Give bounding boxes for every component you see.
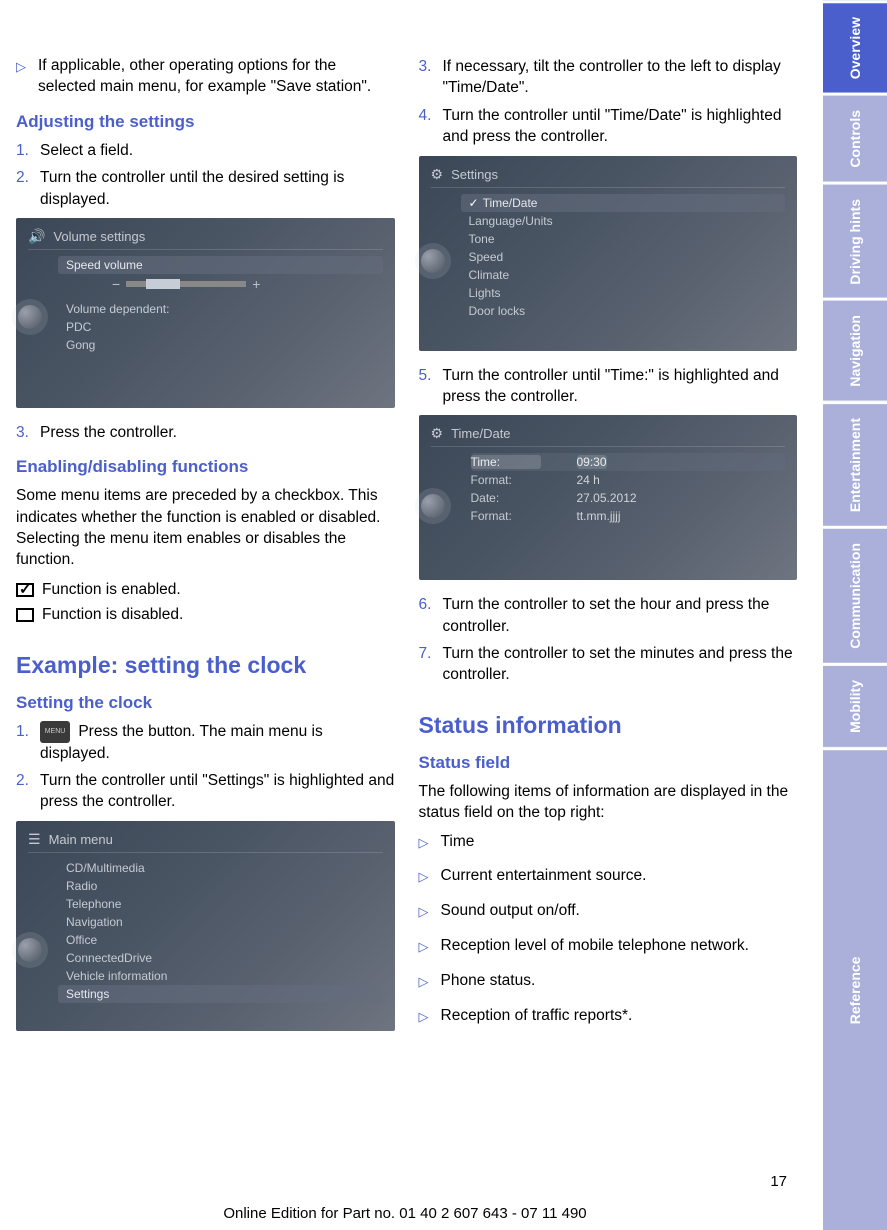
section-tab[interactable]: Navigation [823, 298, 887, 401]
clock-step-3: 3.If necessary, tilt the controller to t… [419, 56, 798, 99]
triangle-bullet-icon: ▷ [419, 938, 429, 957]
checkbox-checked-icon [16, 583, 34, 597]
checkbox-enabled-row: Function is enabled. [16, 579, 395, 600]
enable-paragraph: Some menu items are preceded by a checkb… [16, 485, 395, 571]
section-tabs: OverviewControlsDriving hintsNavigationE… [823, 0, 887, 1230]
gear-icon: ⚙ [431, 425, 444, 442]
triangle-bullet-icon: ▷ [419, 868, 429, 887]
gear-icon: ⚙ [431, 166, 444, 183]
triangle-bullet-icon: ▷ [419, 1008, 429, 1027]
menu-icon: ☰ [28, 831, 41, 848]
heading-example: Example: setting the clock [16, 652, 395, 679]
speaker-icon: 🔊 [28, 228, 45, 245]
heading-status-field: Status field [419, 753, 798, 773]
menu-button-icon: MENU [40, 721, 70, 743]
clock-step-5: 5.Turn the controller until "Time:" is h… [419, 365, 798, 408]
bullet-item: ▷ If applicable, other operating options… [16, 56, 395, 98]
heading-adjusting: Adjusting the settings [16, 112, 395, 132]
bullet-item: ▷Current entertainment source. [419, 866, 798, 887]
screenshot-volume-settings: 🔊Volume settings Speed volume −+ Volume … [16, 218, 395, 408]
checkbox-unchecked-icon [16, 608, 34, 622]
step-1: 1.Select a field. [16, 140, 395, 161]
section-tab[interactable]: Controls [823, 93, 887, 182]
triangle-bullet-icon: ▷ [419, 834, 429, 853]
triangle-bullet-icon: ▷ [419, 903, 429, 922]
footer-text: Online Edition for Part no. 01 40 2 607 … [0, 1205, 810, 1222]
clock-step-4: 4.Turn the controller until "Time/Date" … [419, 105, 798, 148]
triangle-bullet-icon: ▷ [419, 973, 429, 992]
bullet-item: ▷Reception level of mobile telephone net… [419, 936, 798, 957]
triangle-bullet-icon: ▷ [16, 58, 26, 98]
section-tab[interactable]: Overview [823, 0, 887, 93]
section-tab[interactable]: Entertainment [823, 401, 887, 526]
intro-text: If applicable, other operating options f… [38, 56, 395, 98]
controller-knob-icon [421, 494, 445, 518]
section-tab[interactable]: Mobility [823, 663, 887, 747]
bullet-item: ▷Phone status. [419, 971, 798, 992]
screenshot-settings: ⚙Settings ✓Time/DateLanguage/UnitsToneSp… [419, 156, 798, 351]
screenshot-main-menu: ☰Main menu CD/MultimediaRadioTelephoneNa… [16, 821, 395, 1031]
section-tab[interactable]: Communication [823, 526, 887, 663]
bullet-item: ▷Reception of traffic reports*. [419, 1006, 798, 1027]
heading-status-info: Status information [419, 712, 798, 739]
menu-row-selected: Speed volume [58, 256, 383, 274]
step-2: 2.Turn the controller until the desired … [16, 167, 395, 210]
heading-enabling: Enabling/disabling functions [16, 457, 395, 477]
section-tab[interactable]: Reference [823, 747, 887, 1230]
section-tab[interactable]: Driving hints [823, 182, 887, 299]
status-paragraph: The following items of information are d… [419, 781, 798, 824]
clock-step-6: 6.Turn the controller to set the hour an… [419, 594, 798, 637]
checkbox-disabled-row: Function is disabled. [16, 604, 395, 625]
clock-step-1: 1. MENU Press the button. The main menu … [16, 721, 395, 764]
screenshot-time-date: ⚙Time/Date Time:09:30Format:24 hDate:27.… [419, 415, 798, 580]
bullet-item: ▷Time [419, 832, 798, 853]
clock-step-7: 7.Turn the controller to set the minutes… [419, 643, 798, 686]
bullet-item: ▷Sound output on/off. [419, 901, 798, 922]
controller-knob-icon [18, 305, 42, 329]
controller-knob-icon [421, 249, 445, 273]
page-number: 17 [770, 1173, 787, 1190]
clock-step-2: 2.Turn the controller until "Settings" i… [16, 770, 395, 813]
heading-setting-clock: Setting the clock [16, 693, 395, 713]
step-3: 3.Press the controller. [16, 422, 395, 443]
controller-knob-icon [18, 938, 42, 962]
